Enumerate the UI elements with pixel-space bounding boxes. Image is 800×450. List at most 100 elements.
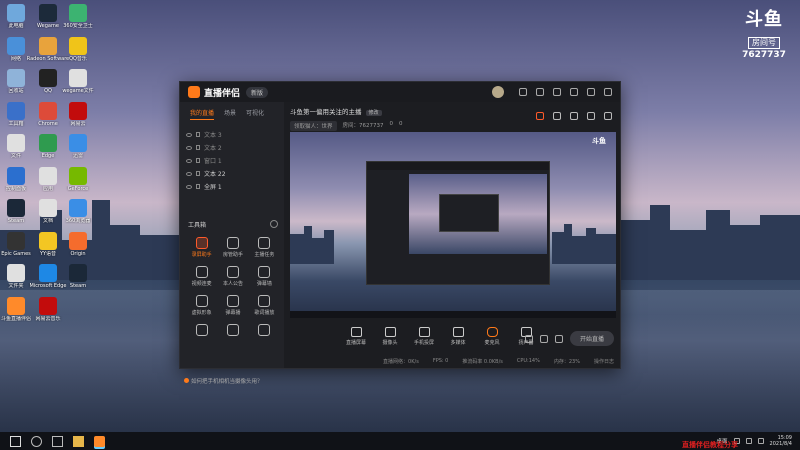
title-actions xyxy=(492,86,612,98)
tool-item[interactable] xyxy=(249,324,280,338)
close-icon[interactable] xyxy=(604,88,612,96)
desktop-icon[interactable]: 网易云 xyxy=(56,101,100,127)
desktop-icon[interactable]: GeForce xyxy=(56,166,100,192)
app-logo-icon xyxy=(188,86,200,98)
settings-icon[interactable] xyxy=(554,334,563,343)
gift-icon[interactable] xyxy=(536,112,544,120)
menu-icon[interactable] xyxy=(553,88,561,96)
tool-item[interactable]: 歌词播放 xyxy=(249,295,280,316)
scene-item[interactable]: 文本 3 xyxy=(186,128,284,141)
tool-item[interactable]: 视频连麦 xyxy=(186,266,217,287)
scene-label: 全屏 1 xyxy=(204,184,222,191)
minimize-icon[interactable] xyxy=(570,88,578,96)
lock-room-icon[interactable] xyxy=(553,112,561,120)
scene-label: 文本 2 xyxy=(204,145,222,152)
control-label: 手机投屏 xyxy=(413,339,434,346)
record-icon[interactable] xyxy=(524,334,533,343)
eye-icon[interactable] xyxy=(186,132,192,137)
tool-label: 本人公告 xyxy=(222,281,243,287)
scene-item[interactable]: 全屏 1 xyxy=(186,180,284,193)
tool-item[interactable]: 本人公告 xyxy=(217,266,248,287)
lock-icon[interactable] xyxy=(196,171,200,176)
eye-icon[interactable] xyxy=(186,171,192,176)
network-icon[interactable] xyxy=(745,438,752,444)
user-avatar[interactable] xyxy=(492,86,504,98)
windows-start-icon[interactable] xyxy=(10,435,21,447)
bell-icon[interactable] xyxy=(587,112,595,120)
lock-icon[interactable] xyxy=(196,158,200,163)
tool-item[interactable]: 虚拟形象 xyxy=(186,295,217,316)
more-tools-icon[interactable] xyxy=(270,220,278,228)
desktop-icon[interactable]: QQ音乐 xyxy=(56,36,100,62)
desktop-icon[interactable]: wegame文件 xyxy=(56,69,100,94)
tab-scene[interactable]: 场景 xyxy=(224,108,236,120)
clock[interactable]: 15:09 2021/8/4 xyxy=(770,435,792,447)
share-screen-icon[interactable] xyxy=(570,112,578,120)
app-icon xyxy=(7,36,25,55)
desktop-icon[interactable]: 迅雷 xyxy=(56,134,100,159)
desktop-icon[interactable]: 网易云音乐 xyxy=(26,296,70,322)
control-phone[interactable]: 手机投屏 xyxy=(412,326,436,346)
scene-item[interactable]: 文本 2 xyxy=(186,141,284,154)
file-explorer-icon[interactable] xyxy=(73,435,84,447)
control-media[interactable]: 多媒体 xyxy=(446,326,470,346)
app-icon xyxy=(7,264,25,282)
room-number: 7627737 xyxy=(742,50,786,60)
edit-title-button[interactable]: 修改 xyxy=(365,110,382,116)
tool-item[interactable]: 录屏助手 xyxy=(186,237,217,258)
heart-icon[interactable] xyxy=(539,334,548,343)
start-live-button[interactable]: 开始直播 xyxy=(569,331,614,346)
message-icon[interactable] xyxy=(519,88,527,96)
skin-icon[interactable] xyxy=(536,88,544,96)
tool-item[interactable] xyxy=(217,324,248,338)
desktop-icon-label: Origin xyxy=(70,250,86,257)
tab-my-live[interactable]: 我的直播 xyxy=(190,108,215,120)
live-preview[interactable]: 斗鱼 xyxy=(290,132,616,318)
maximize-icon[interactable] xyxy=(587,88,595,96)
lock-icon[interactable] xyxy=(196,145,200,150)
lock-icon[interactable] xyxy=(196,184,200,189)
app-icon xyxy=(7,231,25,250)
watermark-text: 直播伴侣教程分享 xyxy=(682,441,738,449)
control-camera[interactable]: 摄像头 xyxy=(378,326,402,346)
eye-icon[interactable] xyxy=(186,158,192,163)
tool-item[interactable]: 弹幕墙 xyxy=(249,266,280,287)
eye-icon[interactable] xyxy=(186,145,192,150)
recursive-app-preview xyxy=(366,161,550,285)
desktop-icon[interactable]: Steam xyxy=(56,264,100,289)
desktop-icon[interactable]: Origin xyxy=(56,231,100,257)
category-pill[interactable]: 领取猫人：世界 xyxy=(290,121,337,131)
task-view-icon[interactable] xyxy=(52,435,63,447)
preview-logo-mark: 斗鱼 xyxy=(592,137,606,145)
preview-taskbar xyxy=(290,311,616,318)
start-controls: 开始直播 xyxy=(524,331,614,346)
scene-item[interactable]: 窗口 1 xyxy=(186,154,284,167)
desktop: 此电脑 Wegame 360安全卫士 网络 Radeon Software QQ音乐 回收站… xyxy=(0,0,800,432)
app-icon xyxy=(7,199,25,217)
tool-item[interactable]: 主播任务 xyxy=(249,237,280,258)
control-mic[interactable]: 麦克风 xyxy=(480,326,504,346)
desktop-icon[interactable]: 360安全卫士 xyxy=(56,4,100,29)
tool-label: 弹幕墙 xyxy=(256,281,272,287)
tab-visual[interactable]: 可视化 xyxy=(246,108,264,120)
douyu-app-taskbar-icon[interactable] xyxy=(94,435,105,447)
volume-icon[interactable] xyxy=(757,438,764,444)
eye-icon[interactable] xyxy=(186,184,192,189)
lock-icon[interactable] xyxy=(196,132,200,137)
search-icon[interactable] xyxy=(31,435,42,447)
version-badge[interactable]: 新版 xyxy=(246,86,269,98)
tool-item[interactable] xyxy=(186,324,217,338)
tool-item[interactable]: 房管助手 xyxy=(217,237,248,258)
status-item[interactable]: 操作日志 xyxy=(594,358,614,365)
desktop-icon-label: QQ音乐 xyxy=(69,55,87,62)
tool-item[interactable]: 弹幕播 xyxy=(217,295,248,316)
control-screen[interactable]: 直播屏幕 xyxy=(344,326,368,346)
desktop-icon[interactable]: 360浏览器 xyxy=(56,199,100,224)
tool-label: 虚拟形象 xyxy=(191,310,212,316)
share-icon[interactable] xyxy=(604,112,612,120)
room-actions xyxy=(536,112,612,120)
control-label: 多媒体 xyxy=(450,339,466,346)
help-tip[interactable]: 如何把手机相机当摄像头用？ xyxy=(184,377,263,385)
scene-item[interactable]: 文本 22 xyxy=(186,167,284,180)
clock-date: 2021/8/4 xyxy=(769,441,792,447)
